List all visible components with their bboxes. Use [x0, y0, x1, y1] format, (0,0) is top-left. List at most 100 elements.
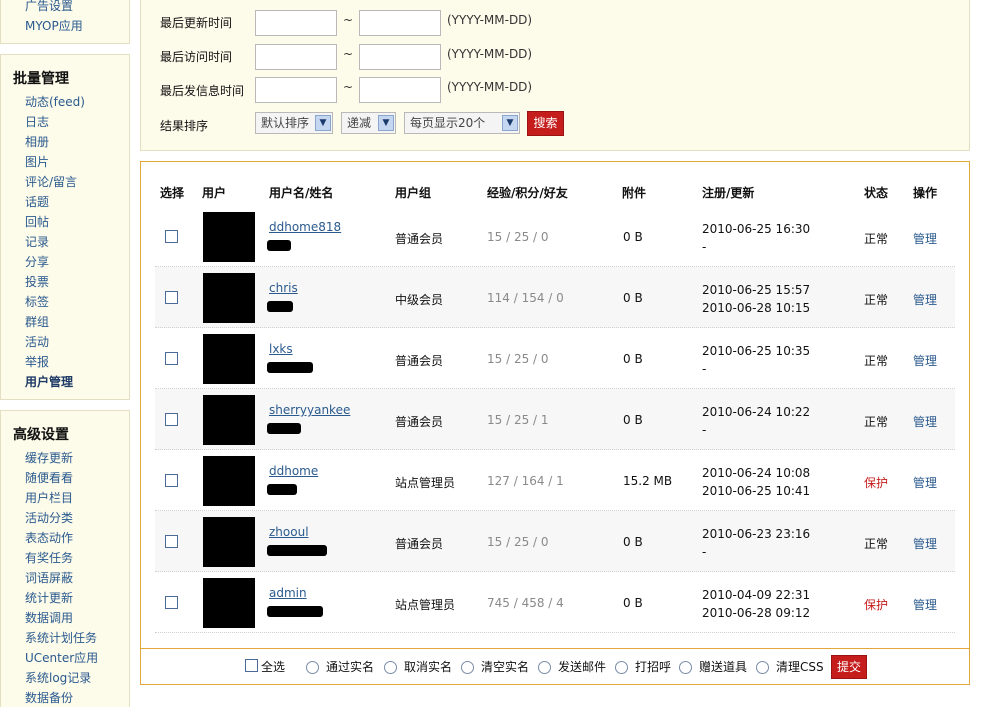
attachment-size: 0 B: [623, 291, 643, 305]
select-all-checkbox[interactable]: [245, 659, 258, 672]
username-link[interactable]: sherryyankee: [269, 403, 350, 417]
registered-time: 2010-06-25 16:30: [702, 222, 811, 236]
avatar[interactable]: [203, 334, 255, 384]
sidebar-item: 词语屏蔽: [25, 568, 98, 588]
reg-update-times: 2010-04-09 22:31 2010-06-28 09:12: [702, 586, 810, 622]
last-update-to-input[interactable]: [359, 10, 441, 36]
submit-button[interactable]: 提交: [831, 655, 867, 679]
sort-field-value: 默认排序: [261, 116, 310, 130]
sidebar-link[interactable]: UCenter应用: [25, 651, 98, 665]
sidebar-item: 数据备份: [25, 688, 98, 707]
row-select-checkbox[interactable]: [165, 413, 178, 426]
sort-order-select[interactable]: 递减 ▼: [341, 112, 396, 134]
manage-link[interactable]: 管理: [913, 596, 937, 613]
search-button[interactable]: 搜索: [527, 111, 564, 136]
sidebar-link[interactable]: 举报: [25, 355, 49, 369]
user-group: 普通会员: [395, 354, 444, 368]
sidebar-link[interactable]: 数据备份: [25, 691, 73, 705]
sidebar-link[interactable]: 数据调用: [25, 611, 73, 625]
sidebar-link[interactable]: 活动分类: [25, 511, 73, 525]
sidebar-link[interactable]: 回帖: [25, 215, 49, 229]
attachment-size: 0 B: [623, 596, 643, 610]
sidebar-item: 话题: [25, 192, 85, 212]
redacted-real-name: [267, 606, 323, 617]
manage-link[interactable]: 管理: [913, 535, 937, 552]
sidebar-link[interactable]: 缓存更新: [25, 451, 73, 465]
user-stats: 15 / 25 / 0: [487, 535, 549, 549]
bulk-action-label: 清空实名: [481, 660, 530, 674]
username-link[interactable]: zhooul: [269, 525, 309, 539]
username-link[interactable]: lxks: [269, 342, 293, 356]
username-link[interactable]: ddhome: [269, 464, 318, 478]
avatar[interactable]: [203, 395, 255, 445]
sidebar-link[interactable]: 分享: [25, 255, 49, 269]
row-select-checkbox[interactable]: [165, 596, 178, 609]
row-select-checkbox[interactable]: [165, 291, 178, 304]
last-post-from-input[interactable]: [255, 77, 337, 103]
sidebar-link[interactable]: 用户栏目: [25, 491, 73, 505]
avatar[interactable]: [203, 273, 255, 323]
avatar[interactable]: [203, 578, 255, 628]
bulk-action-radio[interactable]: [679, 661, 692, 674]
sidebar-link[interactable]: 记录: [25, 235, 49, 249]
username-link[interactable]: admin: [269, 586, 307, 600]
page-size-select[interactable]: 每页显示20个 ▼: [404, 112, 520, 134]
row-select-checkbox[interactable]: [165, 352, 178, 365]
reg-update-times: 2010-06-25 10:35 -: [702, 342, 810, 378]
row-select-checkbox[interactable]: [165, 535, 178, 548]
sidebar-link[interactable]: MYOP应用: [25, 19, 83, 33]
sidebar-link[interactable]: 标签: [25, 295, 49, 309]
sidebar-link[interactable]: 广告设置: [25, 0, 73, 13]
bulk-action-radio[interactable]: [306, 661, 319, 674]
row-select-checkbox[interactable]: [165, 474, 178, 487]
sidebar-link[interactable]: 有奖任务: [25, 551, 73, 565]
user-stats: 15 / 25 / 0: [487, 352, 549, 366]
sidebar-link[interactable]: 统计更新: [25, 591, 73, 605]
bulk-action-radio[interactable]: [615, 661, 628, 674]
last-visit-to-input[interactable]: [359, 44, 441, 70]
sidebar-advanced-box: 高级设置 缓存更新 随便看看 用户栏目 活动分类 表态动作 有奖任务 词语屏蔽 统计更新 数据调…: [0, 410, 130, 707]
sidebar-link[interactable]: 表态动作: [25, 531, 73, 545]
sidebar-link[interactable]: 评论/留言: [25, 175, 77, 189]
sidebar-link[interactable]: 随便看看: [25, 471, 73, 485]
manage-link[interactable]: 管理: [913, 413, 937, 430]
last-visit-from-input[interactable]: [255, 44, 337, 70]
sidebar-link[interactable]: 系统计划任务: [25, 631, 97, 645]
sidebar-link[interactable]: 图片: [25, 155, 49, 169]
sidebar-link[interactable]: 话题: [25, 195, 49, 209]
sidebar-link[interactable]: 投票: [25, 275, 49, 289]
sidebar-link[interactable]: 活动: [25, 335, 49, 349]
sidebar-item: 记录: [25, 232, 85, 252]
sidebar-link[interactable]: 日志: [25, 115, 49, 129]
bulk-action-radio[interactable]: [384, 661, 397, 674]
avatar[interactable]: [203, 456, 255, 506]
avatar[interactable]: [203, 517, 255, 567]
row-select-checkbox[interactable]: [165, 230, 178, 243]
sidebar-item: 活动: [25, 332, 85, 352]
registered-time: 2010-06-25 10:35: [702, 344, 811, 358]
sidebar-link[interactable]: 词语屏蔽: [25, 571, 73, 585]
manage-link[interactable]: 管理: [913, 230, 937, 247]
manage-link[interactable]: 管理: [913, 291, 937, 308]
manage-link[interactable]: 管理: [913, 352, 937, 369]
bulk-action-radio[interactable]: [461, 661, 474, 674]
sidebar-item: 投票: [25, 272, 85, 292]
sort-field-select[interactable]: 默认排序 ▼: [255, 112, 333, 134]
username-link[interactable]: chris: [269, 281, 298, 295]
bulk-action-radio[interactable]: [538, 661, 551, 674]
manage-link[interactable]: 管理: [913, 474, 937, 491]
bulk-action-radio[interactable]: [756, 661, 769, 674]
table-row: ddhome818 普通会员 15 / 25 / 0 0 B 2010-06-25 16…: [155, 206, 955, 267]
last-update-from-input[interactable]: [255, 10, 337, 36]
sidebar-link[interactable]: 群组: [25, 315, 49, 329]
username-link[interactable]: ddhome818: [269, 220, 341, 234]
sidebar-link[interactable]: 动态(feed): [25, 95, 85, 109]
col-header-group: 用户组: [395, 186, 432, 200]
table-row: ddhome 站点管理员 127 / 164 / 1 15.2 MB 2010-06-2…: [155, 450, 955, 511]
last-post-to-input[interactable]: [359, 77, 441, 103]
status-badge: 保护: [864, 598, 889, 612]
sidebar-link[interactable]: 用户管理: [25, 375, 73, 389]
sidebar-link[interactable]: 系统log记录: [25, 671, 91, 685]
avatar[interactable]: [203, 212, 255, 262]
sidebar-link[interactable]: 相册: [25, 135, 49, 149]
